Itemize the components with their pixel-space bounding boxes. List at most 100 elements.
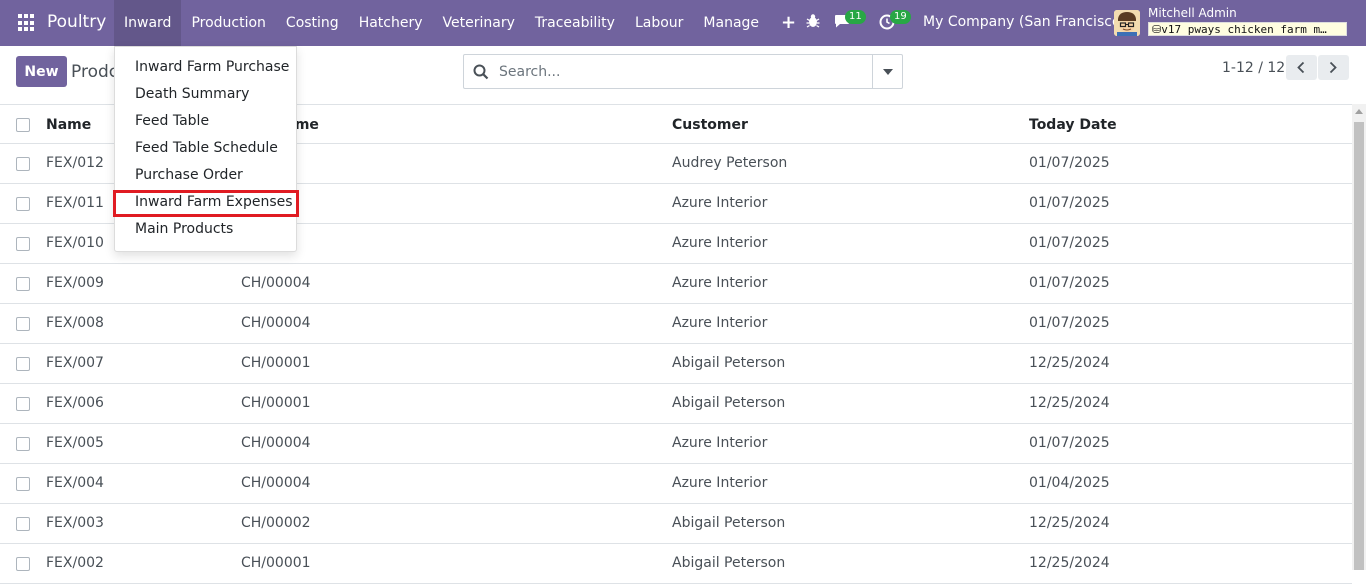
add-menu-button[interactable]: + — [769, 0, 808, 46]
cell-date: 12/25/2024 — [1029, 395, 1110, 411]
cell-warehouse: CH/00004 — [241, 435, 311, 451]
page-title: Prodc — [71, 62, 119, 82]
cell-name: FEX/007 — [46, 355, 104, 371]
dropdown-item-feed-table-schedule[interactable]: Feed Table Schedule — [135, 140, 278, 156]
user-name[interactable]: Mitchell Admin — [1148, 6, 1237, 20]
main-menu: Inward Production Costing Hatchery Veter… — [114, 0, 808, 46]
table-row[interactable]: FEX/004 CH/00004 Azure Interior 01/04/2025 — [0, 464, 1352, 504]
cell-warehouse: CH/00004 — [241, 475, 311, 491]
pager-next-button[interactable] — [1318, 55, 1349, 80]
table-row[interactable]: FEX/006 CH/00001 Abigail Peterson 12/25/202… — [0, 384, 1352, 424]
chevron-right-icon — [1329, 61, 1337, 74]
user-avatar-icon — [1114, 10, 1140, 36]
row-checkbox[interactable] — [16, 157, 30, 171]
new-button[interactable]: New — [16, 56, 67, 87]
table-row[interactable]: FEX/009 CH/00004 Azure Interior 01/07/2025 — [0, 264, 1352, 304]
dropdown-item-inward-farm-purchase[interactable]: Inward Farm Purchase — [135, 59, 289, 75]
column-header-name[interactable]: Name — [46, 117, 91, 133]
menu-production[interactable]: Production — [181, 0, 275, 46]
cell-date: 12/25/2024 — [1029, 515, 1110, 531]
cell-name: FEX/008 — [46, 315, 104, 331]
cell-name: FEX/004 — [46, 475, 104, 491]
chevron-left-icon — [1297, 61, 1305, 74]
cell-customer: Azure Interior — [672, 435, 768, 451]
table-row[interactable]: FEX/008 CH/00004 Azure Interior 01/07/2025 — [0, 304, 1352, 344]
pager-value[interactable]: 1-12 / 12 — [1222, 60, 1285, 76]
pager-previous-button[interactable] — [1286, 55, 1317, 80]
scrollbar[interactable] — [1352, 104, 1366, 570]
cell-name: FEX/006 — [46, 395, 104, 411]
cell-name: FEX/003 — [46, 515, 104, 531]
cell-date: 01/07/2025 — [1029, 315, 1110, 331]
company-switcher[interactable]: My Company (San Francisco) — [923, 14, 1126, 30]
cell-customer: Abigail Peterson — [672, 555, 786, 571]
column-header-customer[interactable]: Customer — [672, 117, 748, 133]
menu-veterinary[interactable]: Veterinary — [433, 0, 525, 46]
table-row[interactable]: FEX/005 CH/00004 Azure Interior 01/07/2025 — [0, 424, 1352, 464]
row-checkbox[interactable] — [16, 237, 30, 251]
row-checkbox[interactable] — [16, 317, 30, 331]
cell-date: 01/07/2025 — [1029, 155, 1110, 171]
table-row[interactable]: FEX/007 CH/00001 Abigail Peterson 12/25/202… — [0, 344, 1352, 384]
cell-date: 12/25/2024 — [1029, 555, 1110, 571]
cell-name: FEX/012 — [46, 155, 104, 171]
table-row[interactable]: FEX/002 CH/00001 Abigail Peterson 12/25/202… — [0, 544, 1352, 584]
row-checkbox[interactable] — [16, 437, 30, 451]
cell-name: FEX/009 — [46, 275, 104, 291]
row-checkbox[interactable] — [16, 397, 30, 411]
cell-date: 01/07/2025 — [1029, 435, 1110, 451]
messages-count-badge: 11 — [845, 10, 866, 24]
dropdown-item-purchase-order[interactable]: Purchase Order — [135, 167, 243, 183]
cell-warehouse: CH/00002 — [241, 515, 311, 531]
row-checkbox[interactable] — [16, 357, 30, 371]
database-name-text: v17_pways_chicken_farm_m… — [1161, 23, 1327, 36]
column-header-date[interactable]: Today Date — [1029, 117, 1117, 133]
cell-name: FEX/002 — [46, 555, 104, 571]
menu-manage[interactable]: Manage — [693, 0, 769, 46]
select-all-checkbox[interactable] — [16, 118, 30, 132]
cell-customer: Azure Interior — [672, 475, 768, 491]
row-checkbox[interactable] — [16, 197, 30, 211]
bug-icon[interactable] — [806, 13, 820, 29]
search-input[interactable] — [499, 55, 869, 88]
cell-customer: Abigail Peterson — [672, 355, 786, 371]
cell-warehouse: CH/00001 — [241, 555, 311, 571]
cell-customer: Audrey Peterson — [672, 155, 788, 171]
database-icon: ⛁ — [1152, 23, 1162, 36]
search-options-toggle[interactable] — [872, 55, 902, 88]
app-name[interactable]: Poultry — [47, 12, 106, 32]
dropdown-item-feed-table[interactable]: Feed Table — [135, 113, 209, 129]
cell-date: 01/07/2025 — [1029, 195, 1110, 211]
scroll-thumb[interactable] — [1354, 122, 1364, 570]
dropdown-item-main-products[interactable]: Main Products — [135, 221, 233, 237]
inward-dropdown-menu: Inward Farm Purchase Death Summary Feed … — [114, 46, 297, 252]
cell-warehouse: CH/00004 — [241, 315, 311, 331]
cell-name: FEX/011 — [46, 195, 104, 211]
menu-inward[interactable]: Inward — [114, 0, 182, 46]
row-checkbox[interactable] — [16, 517, 30, 531]
row-checkbox[interactable] — [16, 477, 30, 491]
top-navbar: Poultry Inward Production Costing Hatche… — [0, 0, 1366, 46]
menu-hatchery[interactable]: Hatchery — [349, 0, 433, 46]
cell-customer: Azure Interior — [672, 235, 768, 251]
menu-traceability[interactable]: Traceability — [525, 0, 625, 46]
menu-costing[interactable]: Costing — [276, 0, 349, 46]
activities-count-badge: 19 — [890, 10, 911, 24]
cell-name: FEX/005 — [46, 435, 104, 451]
cell-customer: Abigail Peterson — [672, 515, 786, 531]
cell-date: 01/07/2025 — [1029, 235, 1110, 251]
search-icon — [473, 64, 489, 80]
cell-customer: Azure Interior — [672, 195, 768, 211]
dropdown-item-death-summary[interactable]: Death Summary — [135, 86, 249, 102]
cell-warehouse: CH/00001 — [241, 355, 311, 371]
row-checkbox[interactable] — [16, 557, 30, 571]
scroll-up-arrow-icon[interactable] — [1355, 109, 1363, 114]
user-avatar[interactable] — [1114, 10, 1140, 36]
menu-labour[interactable]: Labour — [625, 0, 693, 46]
apps-grid-icon[interactable] — [18, 14, 36, 32]
cell-customer: Abigail Peterson — [672, 395, 786, 411]
row-checkbox[interactable] — [16, 277, 30, 291]
cell-date: 12/25/2024 — [1029, 355, 1110, 371]
database-name: ⛁v17_pways_chicken_farm_m… — [1148, 22, 1347, 36]
table-row[interactable]: FEX/003 CH/00002 Abigail Peterson 12/25/202… — [0, 504, 1352, 544]
